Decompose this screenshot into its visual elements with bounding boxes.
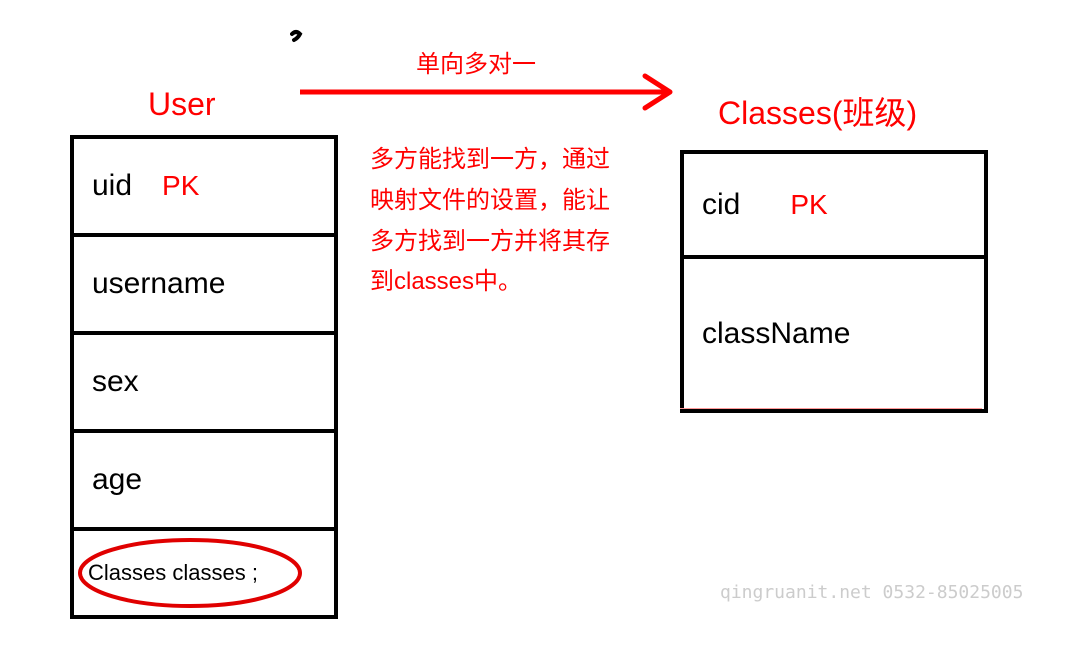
field-name: age bbox=[92, 463, 142, 497]
watermark-text: qingruanit.net 0532-85025005 bbox=[720, 582, 1023, 603]
user-field-sex: sex bbox=[74, 335, 334, 433]
relationship-arrow-icon bbox=[300, 70, 700, 120]
field-name: sex bbox=[92, 365, 139, 399]
field-name: uid bbox=[92, 169, 132, 203]
user-field-uid: uid PK bbox=[74, 139, 334, 237]
stray-mark bbox=[290, 28, 310, 48]
user-field-age: age bbox=[74, 433, 334, 531]
user-entity-title: User bbox=[148, 86, 216, 123]
field-name: cid bbox=[702, 188, 740, 222]
field-name: Classes classes ; bbox=[88, 560, 258, 586]
classes-entity-table: cid PK className bbox=[680, 150, 988, 413]
field-name: className bbox=[702, 317, 850, 351]
classes-field-classname: className bbox=[684, 259, 984, 409]
field-name: username bbox=[92, 267, 225, 301]
stray-line bbox=[680, 408, 982, 409]
user-field-classes-ref: Classes classes ; bbox=[74, 531, 334, 615]
relationship-description: 多方能找到一方，通过映射文件的设置，能让多方找到一方并将其存到classes中。 bbox=[370, 140, 630, 303]
pk-badge: PK bbox=[162, 170, 199, 202]
classes-entity-title: Classes(班级) bbox=[718, 88, 917, 134]
classes-field-cid: cid PK bbox=[684, 154, 984, 259]
pk-badge: PK bbox=[790, 189, 827, 221]
user-entity-table: uid PK username sex age Classes classes … bbox=[70, 135, 338, 619]
user-field-username: username bbox=[74, 237, 334, 335]
